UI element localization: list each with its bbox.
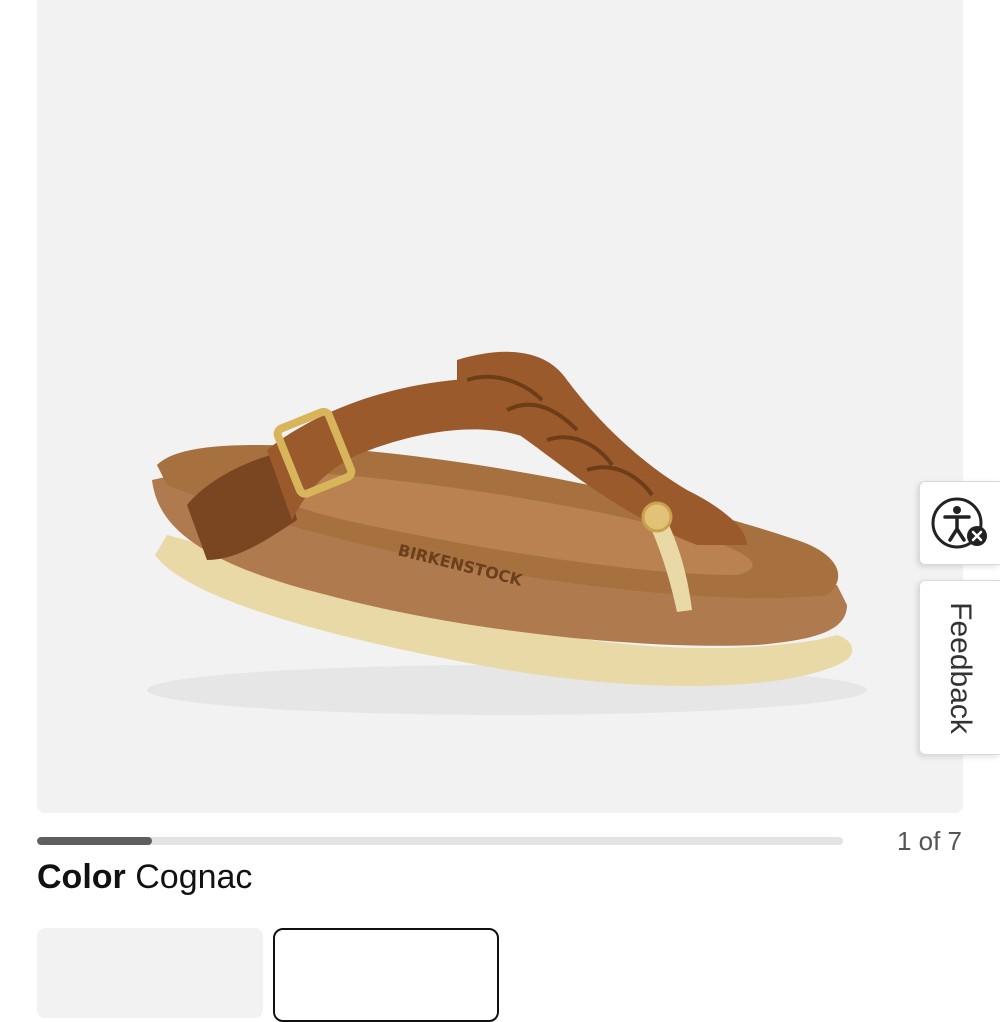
product-image[interactable]: BIRKENSTOCK	[37, 0, 963, 813]
color-swatch-1[interactable]	[37, 928, 263, 1018]
gallery-progress-fill	[37, 837, 153, 845]
accessibility-icon	[931, 497, 987, 549]
color-selection-label: Color Cognac	[37, 858, 252, 897]
color-value: Cognac	[135, 858, 253, 896]
slide-counter: 1 of 7	[896, 826, 962, 856]
color-label: Color	[37, 858, 126, 896]
feedback-button[interactable]: Feedback	[919, 580, 1000, 755]
sandal-illustration: BIRKENSTOCK	[147, 351, 867, 715]
gallery-progress-bar	[37, 837, 843, 845]
color-swatch-2-selected[interactable]	[273, 928, 499, 1022]
accessibility-button[interactable]	[919, 481, 1000, 565]
feedback-label: Feedback	[944, 601, 977, 734]
